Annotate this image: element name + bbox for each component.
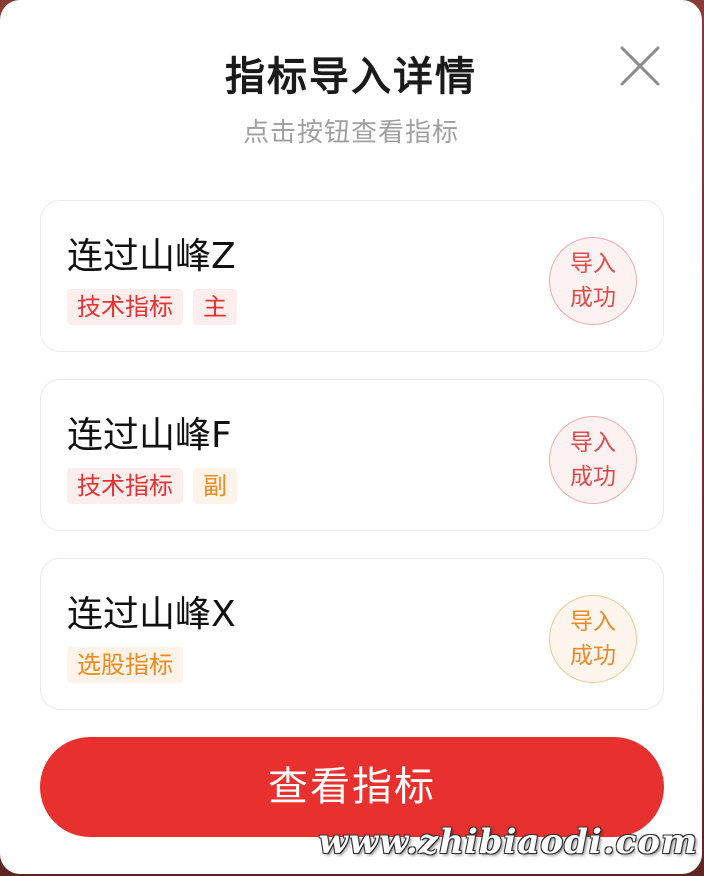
indicator-role-tag: 主: [193, 289, 237, 325]
indicator-name: 连过山峰F: [67, 415, 232, 456]
stamp-line-2: 成功: [570, 464, 616, 490]
indicator-card: 连过山峰Z 技术指标 主 导入 成功: [40, 200, 664, 352]
indicator-name: 连过山峰X: [67, 594, 236, 635]
import-details-dialog: 指标导入详情 点击按钮查看指标 连过山峰Z 技术指标 主 导入 成功 连过山峰F…: [0, 0, 702, 874]
indicator-tags: 技术指标 副: [67, 468, 237, 504]
stamp-line-2: 成功: [570, 643, 616, 669]
indicator-role-tag: 副: [193, 468, 237, 504]
close-button[interactable]: [616, 42, 664, 90]
indicator-name: 连过山峰Z: [67, 236, 236, 277]
indicator-tags: 选股指标: [67, 647, 183, 683]
import-success-stamp: 导入 成功: [549, 595, 637, 683]
indicator-type-tag: 技术指标: [67, 468, 183, 504]
dialog-subtitle: 点击按钮查看指标: [242, 118, 459, 148]
dialog-title: 指标导入详情: [225, 54, 477, 100]
stamp-line-2: 成功: [570, 285, 616, 311]
indicator-tags: 技术指标 主: [67, 289, 237, 325]
indicator-type-tag: 选股指标: [67, 647, 183, 683]
indicator-card: 连过山峰F 技术指标 副 导入 成功: [40, 379, 664, 531]
import-success-stamp: 导入 成功: [549, 237, 637, 325]
stamp-line-1: 导入: [570, 430, 616, 456]
import-success-stamp: 导入 成功: [549, 416, 637, 504]
stamp-line-1: 导入: [570, 251, 616, 277]
stamp-line-1: 导入: [570, 609, 616, 635]
close-icon: [620, 46, 660, 86]
site-watermark: www.zhibiaodi.com: [318, 822, 698, 862]
indicator-card: 连过山峰X 选股指标 导入 成功: [40, 558, 664, 710]
indicator-type-tag: 技术指标: [67, 289, 183, 325]
